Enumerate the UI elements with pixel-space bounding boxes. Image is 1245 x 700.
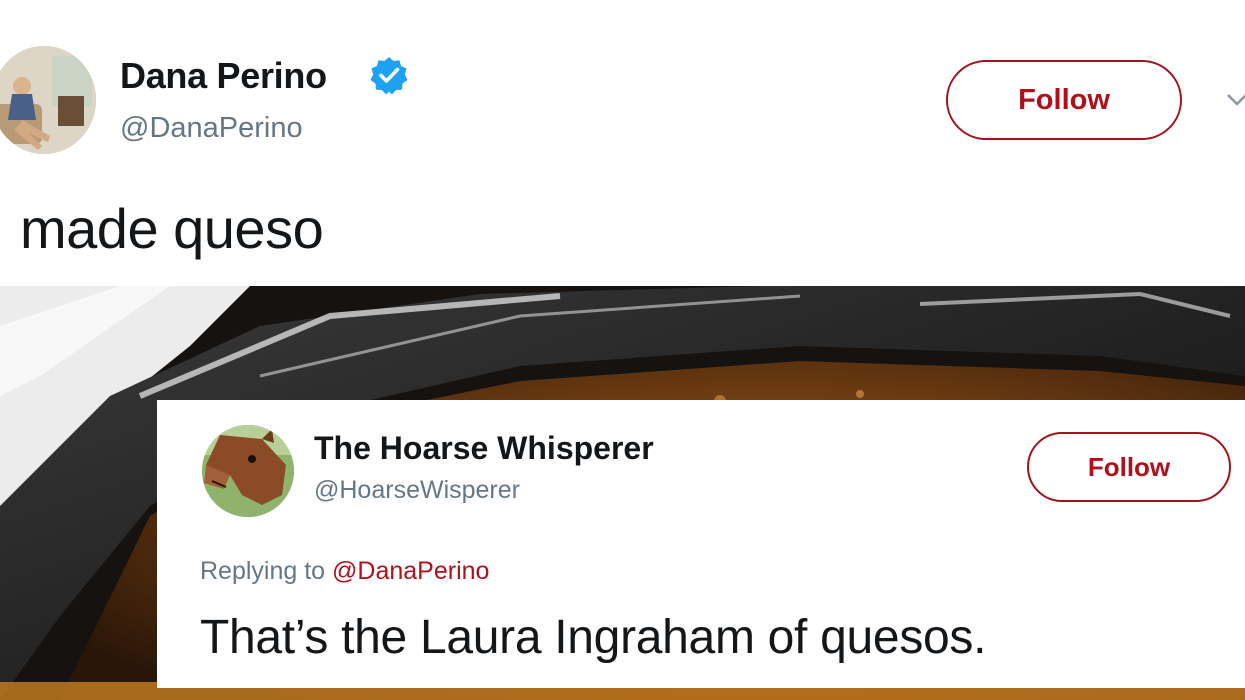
reply-tweet-text: That’s the Laura Ingraham of quesos. [200, 611, 987, 664]
follow-button[interactable]: Follow [946, 60, 1182, 140]
reply-avatar[interactable] [202, 425, 294, 517]
mention-link[interactable]: @DanaPerino [332, 557, 489, 585]
profile-photo-icon [0, 46, 96, 154]
tweet-text: made queso [20, 197, 324, 260]
display-name[interactable]: Dana Perino [120, 55, 327, 97]
reply-tweet-card: The Hoarse Whisperer @HoarseWisperer Fol… [157, 400, 1245, 688]
horse-avatar-icon [202, 425, 294, 517]
avatar[interactable] [0, 46, 96, 154]
replying-to-line: Replying to @DanaPerino [200, 557, 489, 586]
reply-display-name[interactable]: The Hoarse Whisperer [314, 430, 654, 467]
verified-badge-icon [370, 57, 408, 95]
chevron-down-icon[interactable] [1226, 92, 1245, 108]
reply-follow-button[interactable]: Follow [1027, 432, 1231, 502]
reply-user-handle[interactable]: @HoarseWisperer [314, 476, 520, 505]
user-handle[interactable]: @DanaPerino [120, 112, 303, 145]
replying-prefix: Replying to [200, 557, 326, 585]
